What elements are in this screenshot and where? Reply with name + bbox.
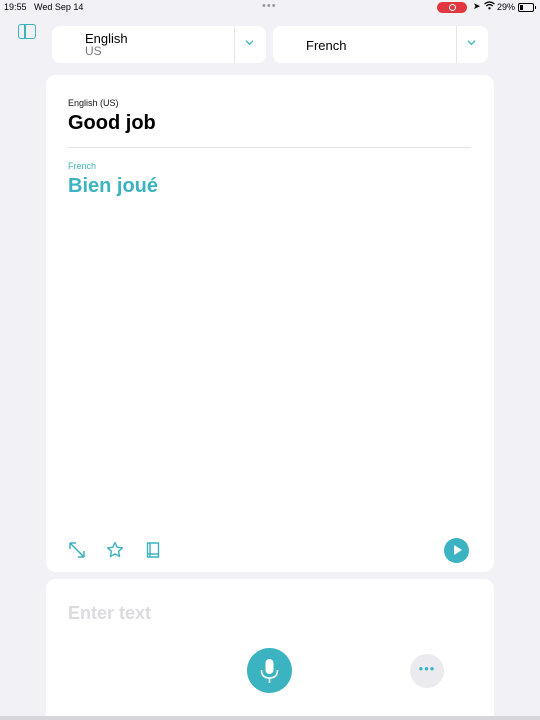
screen-recording-icon bbox=[437, 2, 467, 13]
status-date: Wed Sep 14 bbox=[34, 2, 84, 12]
chevron-down-icon[interactable] bbox=[467, 38, 476, 47]
chevron-down-icon[interactable] bbox=[245, 38, 254, 47]
play-icon[interactable] bbox=[444, 538, 469, 563]
source-language-selector[interactable]: English US bbox=[52, 26, 266, 63]
status-time: 19:55 bbox=[4, 2, 27, 12]
multitasking-dots-icon[interactable]: ••• bbox=[262, 0, 277, 12]
wifi-icon bbox=[484, 1, 495, 12]
selector-divider bbox=[456, 26, 457, 63]
battery-icon bbox=[518, 3, 536, 12]
battery-percent: 29% bbox=[497, 2, 516, 12]
source-label: English (US) bbox=[68, 98, 119, 108]
text-input[interactable]: Enter text bbox=[68, 603, 151, 624]
home-indicator bbox=[0, 716, 540, 720]
sidebar-icon[interactable] bbox=[18, 24, 36, 39]
divider bbox=[68, 147, 471, 148]
source-language-region: US bbox=[85, 44, 102, 58]
status-bar: 19:55 Wed Sep 14 ••• ➤ 29% bbox=[0, 0, 540, 14]
target-text[interactable]: Bien joué bbox=[68, 175, 158, 198]
target-language-selector[interactable]: French bbox=[273, 26, 488, 63]
star-icon[interactable] bbox=[106, 541, 124, 559]
book-icon[interactable] bbox=[144, 541, 162, 559]
target-label: French bbox=[68, 161, 97, 171]
input-card[interactable]: Enter text ••• bbox=[46, 579, 494, 720]
selector-divider bbox=[234, 26, 235, 63]
translation-card: English (US) Good job French Bien joué bbox=[46, 75, 494, 572]
microphone-icon[interactable] bbox=[247, 648, 292, 693]
expand-icon[interactable] bbox=[68, 541, 86, 559]
source-text[interactable]: Good job bbox=[68, 112, 156, 135]
ellipsis-icon[interactable]: ••• bbox=[410, 654, 444, 688]
target-language-name: French bbox=[306, 38, 347, 53]
location-icon: ➤ bbox=[473, 1, 481, 11]
